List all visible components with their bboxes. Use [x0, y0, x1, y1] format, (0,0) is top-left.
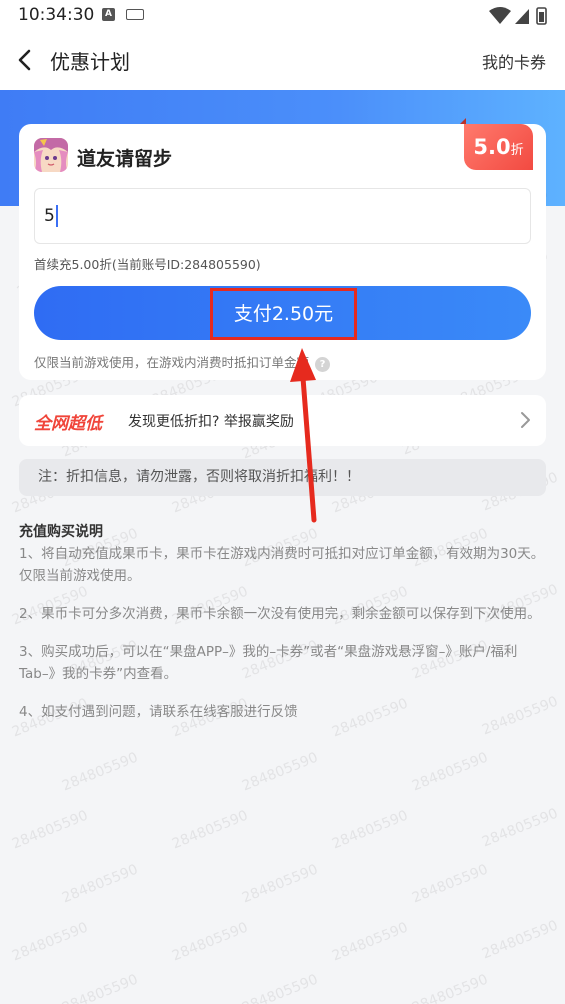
instruction-item: 4、如支付遇到问题，请联系在线客服进行反馈 [19, 704, 298, 720]
report-lower-price-banner[interactable]: 全网超低 发现更低折扣? 举报赢奖励 [19, 395, 546, 446]
purchase-instructions: 充值购买说明 1、将自动充值成果币卡，果币卡在游戏内消费时可抵扣对应订单金额，有… [19, 521, 546, 739]
watermark-text: 284805590 [239, 749, 321, 795]
pay-button[interactable]: 支付2.50元 [34, 286, 531, 340]
help-icon[interactable]: ? [315, 357, 331, 372]
watermark-text: 284805590 [9, 919, 91, 965]
watermark-text: 284805590 [479, 805, 561, 851]
watermark-text: 284805590 [329, 919, 411, 965]
promo-tag: 全网超低 [34, 414, 102, 434]
discount-unit: 折 [510, 143, 524, 158]
watermark-text: 284805590 [239, 861, 321, 907]
discount-card: 道友请留步 5.0折 5 首续充5.00折(当前账号ID:284805590) … [19, 118, 546, 380]
watermark-text: 284805590 [329, 807, 411, 853]
my-coupons-link[interactable]: 我的卡券 [482, 49, 546, 73]
promo-text: 发现更低折扣? 举报赢奖励 [128, 414, 294, 430]
watermark-text: 284805590 [409, 861, 491, 907]
status-indicators [489, 7, 547, 25]
status-time: 10:34:30 [18, 5, 95, 25]
page-title: 优惠计划 [50, 50, 130, 74]
watermark-text: 284805590 [409, 971, 491, 1004]
signal-icon [515, 9, 529, 24]
watermark-text: 284805590 [409, 749, 491, 795]
usage-limit-note: 仅限当前游戏使用，在游戏内消费时抵扣订单金额? [34, 352, 331, 372]
nav-bar: 优惠计划 我的卡券 [0, 32, 565, 90]
watermark-text: 284805590 [169, 807, 251, 853]
discount-value: 5.0 [473, 135, 511, 159]
chevron-right-icon [521, 412, 530, 428]
status-bar: 10:34:30 A [0, 0, 565, 32]
game-icon [34, 138, 68, 172]
instruction-item: 2、果币卡可分多次消费，果币卡余额一次没有使用完，剩余金额可以保存到下次使用。 [19, 606, 541, 622]
input-value: 5 [44, 206, 55, 226]
instruction-item: 1、将自动充值成果币卡，果币卡在游戏内消费时可抵扣对应订单金额，有效期为30天。… [19, 546, 545, 584]
renew-info: 首续充5.00折(当前账号ID:284805590) [34, 257, 261, 272]
watermark-text: 284805590 [9, 807, 91, 853]
wifi-icon [489, 7, 511, 24]
keyboard-icon [126, 9, 144, 20]
instructions-title: 充值购买说明 [19, 524, 103, 540]
discount-badge: 5.0折 [464, 124, 533, 170]
watermark-text: 284805590 [479, 917, 561, 963]
watermark-text: 284805590 [59, 861, 141, 907]
watermark-text: 284805590 [59, 749, 141, 795]
text-caret [55, 205, 58, 227]
usage-limit-text: 仅限当前游戏使用，在游戏内消费时抵扣订单金额 [34, 355, 310, 370]
recharge-amount-input[interactable]: 5 [34, 188, 531, 244]
privacy-warning: 注：折扣信息，请勿泄露，否则将取消折扣福利！！ [19, 459, 546, 496]
watermark-text: 284805590 [169, 919, 251, 965]
instruction-item: 3、购买成功后，可以在“果盘APP–》我的–卡券”或者“果盘游戏悬浮窗–》账户/… [19, 644, 518, 682]
back-arrow-icon[interactable] [12, 46, 40, 74]
game-name: 道友请留步 [77, 148, 173, 170]
watermark-text: 284805590 [239, 971, 321, 1004]
notification-a-icon: A [102, 8, 115, 21]
watermark-text: 284805590 [59, 971, 141, 1004]
pay-button-label: 支付2.50元 [210, 288, 357, 340]
